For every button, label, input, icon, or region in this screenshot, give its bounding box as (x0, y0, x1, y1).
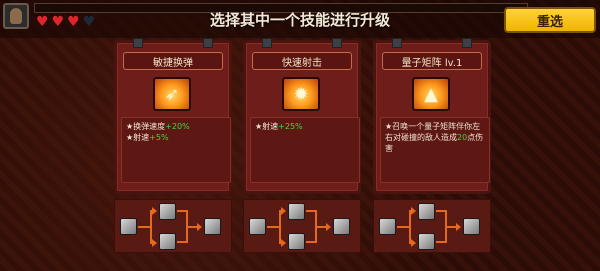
arrow-icon (456, 223, 461, 231)
evolution-tree (373, 199, 491, 253)
skill-description: ★召唤一个量子矩阵伴你左右对碰撞的敌人造成20点伤害 (380, 117, 490, 183)
evolved-skill-icon (333, 218, 350, 235)
rapid-fire-icon: ✹ (282, 77, 320, 111)
arrow-icon (152, 207, 157, 215)
evolved-skill-icon (463, 218, 480, 235)
connector-line (267, 226, 279, 228)
card-clip (332, 38, 342, 48)
base-skill-icon (120, 218, 137, 235)
rapid-reload-icon: ➶ (153, 77, 191, 111)
card-clip (133, 38, 143, 48)
base-skill-icon (249, 218, 266, 235)
branch-skill-icon (418, 233, 435, 250)
card-clip (203, 38, 213, 48)
skill-card-quantum-matrix[interactable]: 量子矩阵 lv.1 ▲ ★召唤一个量子矩阵伴你左右对碰撞的敌人造成20点伤害 (373, 38, 491, 194)
arrow-icon (197, 223, 202, 231)
skill-name: 敏捷换弹 (123, 52, 223, 70)
card-clip (392, 38, 402, 48)
card-clip (262, 38, 272, 48)
branch-skill-icon (418, 203, 435, 220)
skill-name: 量子矩阵 lv.1 (382, 52, 482, 70)
skill-description: ★换弹速度+20% ★射速+5% (121, 117, 231, 183)
branch-skill-icon (288, 203, 305, 220)
connector-line (397, 226, 409, 228)
base-skill-icon (379, 218, 396, 235)
arrow-icon (281, 239, 286, 247)
arrow-icon (326, 223, 331, 231)
skill-name: 快速射击 (252, 52, 352, 70)
skill-description: ★射速+25% (250, 117, 360, 183)
card-clip (462, 38, 472, 48)
connector-line (138, 226, 150, 228)
arrow-icon (411, 207, 416, 215)
evolution-tree (243, 199, 361, 253)
branch-skill-icon (159, 203, 176, 220)
reroll-button[interactable]: 重选 (504, 7, 596, 33)
branch-skill-icon (159, 233, 176, 250)
skill-card-rapid-fire[interactable]: 快速射击 ✹ ★射速+25% (243, 38, 361, 194)
quantum-matrix-icon: ▲ (412, 77, 450, 111)
arrow-icon (152, 239, 157, 247)
arrow-icon (281, 207, 286, 215)
skill-card-rapid-reload[interactable]: 敏捷换弹 ➶ ★换弹速度+20% ★射速+5% (114, 38, 232, 194)
evolution-tree (114, 199, 232, 253)
evolved-skill-icon (204, 218, 221, 235)
arrow-icon (411, 239, 416, 247)
branch-skill-icon (288, 233, 305, 250)
